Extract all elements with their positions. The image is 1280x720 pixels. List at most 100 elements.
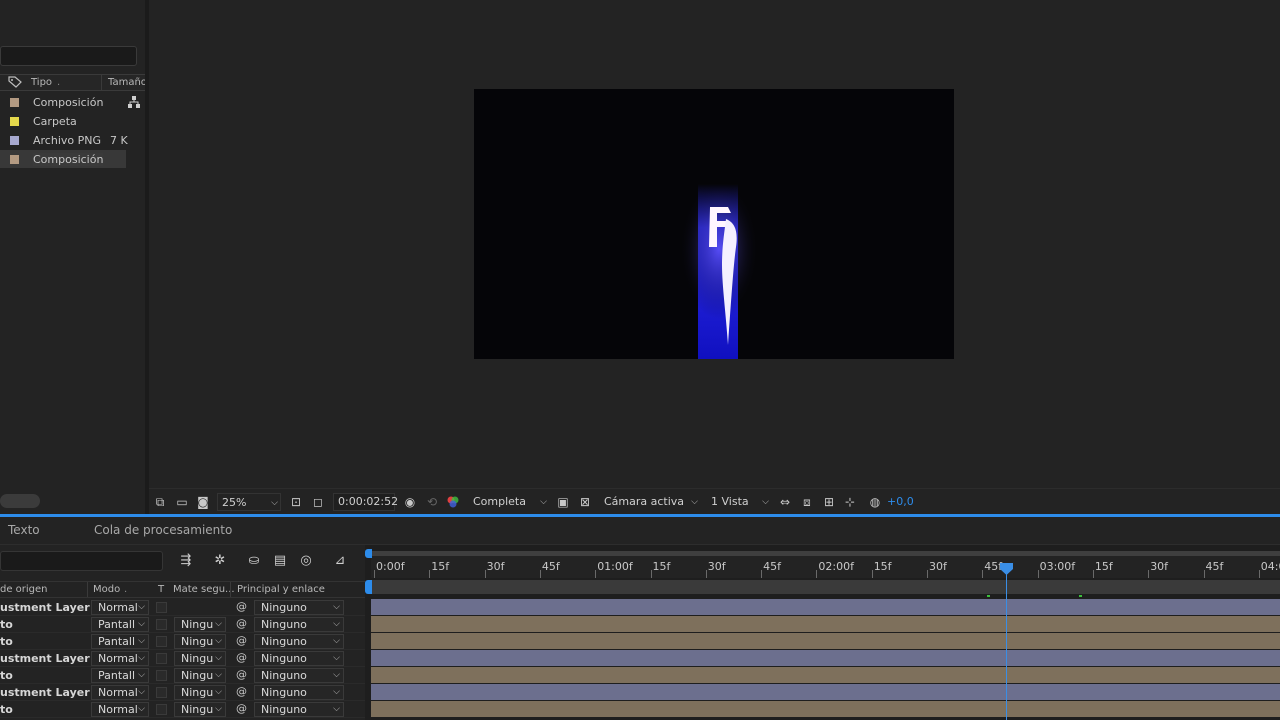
flowchart-icon[interactable] [127, 95, 141, 112]
keyframe-marker[interactable] [1079, 595, 1082, 597]
layer-row[interactable]: to Normal ⌵ Ningu ⌵ @ Ninguno ⌵ [0, 701, 365, 718]
pick-whip-icon[interactable]: @ [236, 668, 247, 681]
always-preview-icon[interactable]: ⧉ [153, 495, 167, 509]
parent-dropdown[interactable]: Ninguno ⌵ [254, 668, 344, 683]
show-snapshot-icon[interactable]: ⟲ [425, 495, 439, 509]
layer-row[interactable]: to Pantall ⌵ Ningu ⌵ @ Ninguno ⌵ [0, 633, 365, 650]
transparency-grid-icon[interactable]: ⊠ [578, 495, 592, 509]
layer-name[interactable]: ustment Layer 1 [0, 652, 101, 665]
vr-goggles-icon[interactable]: ◙ [196, 495, 210, 509]
keyframe-marker[interactable] [987, 595, 990, 597]
current-time-indicator[interactable] [1006, 571, 1007, 720]
shy-layers-icon[interactable]: ⛀ [245, 552, 263, 570]
preserve-transparency-checkbox[interactable] [156, 670, 167, 681]
track-matte-dropdown[interactable]: Ningu ⌵ [174, 651, 226, 666]
layer-track-bar[interactable] [371, 616, 1280, 632]
layer-name[interactable]: ustment Layer 1 [0, 601, 101, 614]
layer-name[interactable]: to [0, 635, 13, 648]
column-type[interactable]: Tipo [31, 77, 52, 88]
fit-frame-icon[interactable]: ⊡ [289, 495, 303, 509]
flowchart-icon[interactable]: ⊹ [843, 495, 857, 509]
zoom-dropdown[interactable]: 25% ⌵ [217, 493, 281, 511]
draft-3d-icon[interactable]: ✲ [211, 552, 229, 570]
layer-track-bar[interactable] [371, 684, 1280, 700]
layer-row[interactable]: ustment Layer 1 Normal ⌵ Ningu ⌵ @ Ninguno… [0, 684, 365, 701]
column-source-name[interactable]: de origen [0, 584, 48, 595]
layer-row[interactable]: to Pantall ⌵ Ningu ⌵ @ Ninguno ⌵ [0, 667, 365, 684]
time-navigator-bar[interactable] [371, 580, 1280, 594]
timeline-search-input[interactable] [0, 551, 163, 571]
parent-dropdown[interactable]: Ninguno ⌵ [254, 685, 344, 700]
column-track-matte[interactable]: Mate segu... [173, 584, 235, 595]
tab-texto[interactable]: Texto [8, 523, 40, 537]
playhead-icon[interactable] [1000, 563, 1013, 575]
pick-whip-icon[interactable]: @ [236, 702, 247, 715]
comp-flowchart-icon[interactable]: ⇶ [177, 552, 195, 570]
layer-name[interactable]: to [0, 703, 13, 716]
camera-snapshot-icon[interactable]: ◉ [403, 495, 417, 509]
layer-track-bar[interactable] [371, 650, 1280, 666]
parent-dropdown[interactable]: Ninguno ⌵ [254, 651, 344, 666]
parent-dropdown[interactable]: Ninguno ⌵ [254, 702, 344, 717]
pick-whip-icon[interactable]: @ [236, 634, 247, 647]
timeline-icon[interactable]: ⊞ [822, 495, 836, 509]
track-matte-dropdown[interactable]: Ningu ⌵ [174, 617, 226, 632]
layer-row[interactable]: ustment Layer 1 Normal ⌵ @ Ninguno ⌵ [0, 599, 365, 616]
layer-track-bar[interactable] [371, 701, 1280, 717]
parent-dropdown[interactable]: Ninguno ⌵ [254, 634, 344, 649]
tab-render-queue[interactable]: Cola de procesamiento [94, 523, 232, 537]
preserve-transparency-checkbox[interactable] [156, 602, 167, 613]
camera-dropdown[interactable]: Cámara activa ⌵ [600, 493, 700, 511]
tag-icon[interactable] [8, 76, 22, 91]
color-channels-icon[interactable] [446, 495, 460, 509]
blend-mode-dropdown[interactable]: Normal ⌵ [91, 685, 149, 700]
composition-canvas[interactable] [474, 89, 954, 359]
layer-track-bar[interactable] [371, 633, 1280, 649]
pick-whip-icon[interactable]: @ [236, 617, 247, 630]
pick-whip-icon[interactable]: @ [236, 651, 247, 664]
track-matte-dropdown[interactable]: Ningu ⌵ [174, 685, 226, 700]
preserve-transparency-checkbox[interactable] [156, 619, 167, 630]
column-t[interactable]: T [158, 584, 164, 595]
views-dropdown[interactable]: 1 Vista ⌵ [707, 493, 771, 511]
preserve-transparency-checkbox[interactable] [156, 636, 167, 647]
track-matte-dropdown[interactable]: Ningu ⌵ [174, 668, 226, 683]
work-area-bar[interactable] [371, 551, 1280, 556]
label-color-swatch[interactable] [10, 117, 19, 126]
region-of-interest-icon[interactable]: ◻ [311, 495, 325, 509]
blend-mode-dropdown[interactable]: Pantall ⌵ [91, 634, 149, 649]
project-scrollbar[interactable] [0, 494, 40, 508]
project-item[interactable]: Carpeta [0, 112, 145, 131]
project-search-input[interactable] [0, 46, 137, 66]
monitor-icon[interactable]: ▭ [175, 495, 189, 509]
track-matte-dropdown[interactable]: Ningu ⌵ [174, 634, 226, 649]
layer-name[interactable]: ustment Layer 1 [0, 686, 101, 699]
work-area-start-handle[interactable] [365, 549, 372, 558]
parent-dropdown[interactable]: Ninguno ⌵ [254, 600, 344, 615]
pick-whip-icon[interactable]: @ [236, 600, 247, 613]
project-item[interactable]: Archivo PNG 7 K [0, 131, 145, 150]
column-size[interactable]: Tamaño [108, 77, 147, 88]
fast-preview-icon[interactable]: ▣ [556, 495, 570, 509]
label-color-swatch[interactable] [10, 98, 19, 107]
column-parent[interactable]: Principal y enlace [237, 584, 325, 595]
timecode-field[interactable]: 0:00:02:52 [333, 493, 398, 511]
frame-blending-icon[interactable]: ▤ [271, 552, 289, 570]
pick-whip-icon[interactable]: @ [236, 685, 247, 698]
layer-track-bar[interactable] [371, 667, 1280, 683]
blend-mode-dropdown[interactable]: Pantall ⌵ [91, 617, 149, 632]
layer-row[interactable]: to Pantall ⌵ Ningu ⌵ @ Ninguno ⌵ [0, 616, 365, 633]
blend-mode-dropdown[interactable]: Pantall ⌵ [91, 668, 149, 683]
reset-exposure-icon[interactable]: ⧈ [800, 495, 814, 509]
layer-name[interactable]: to [0, 618, 13, 631]
layer-name[interactable]: to [0, 669, 13, 682]
parent-dropdown[interactable]: Ninguno ⌵ [254, 617, 344, 632]
preserve-transparency-checkbox[interactable] [156, 653, 167, 664]
motion-blur-icon[interactable]: ◎ [297, 552, 315, 570]
graph-editor-icon[interactable]: ⊿ [331, 552, 349, 570]
project-item-selected[interactable]: Composición [0, 150, 145, 169]
track-matte-dropdown[interactable]: Ningu ⌵ [174, 702, 226, 717]
layer-track-bar[interactable] [371, 599, 1280, 615]
exposure-icon[interactable]: ◍ [868, 495, 882, 509]
blend-mode-dropdown[interactable]: Normal ⌵ [91, 600, 149, 615]
